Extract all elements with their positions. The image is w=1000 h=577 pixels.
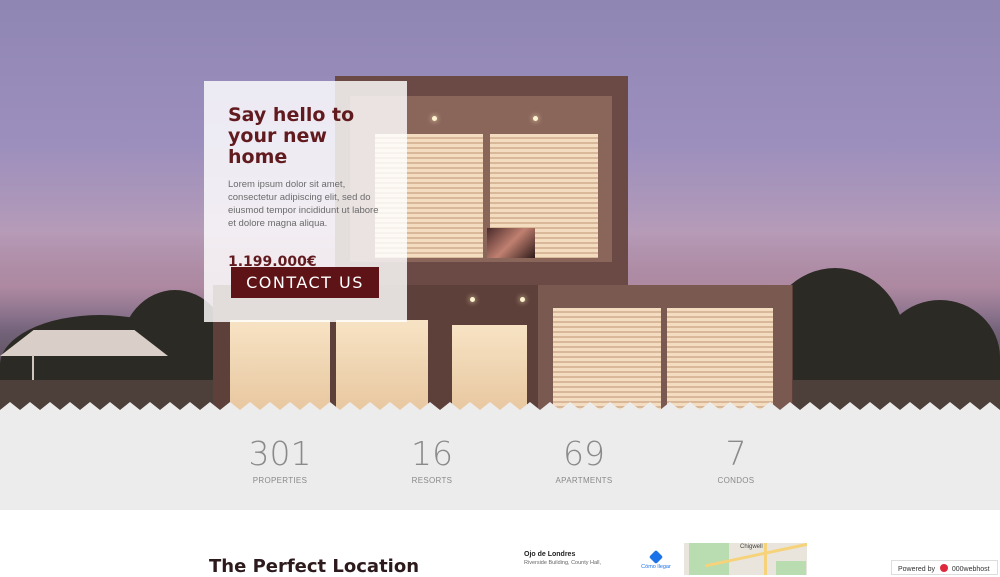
hero-description: Lorem ipsum dolor sit amet, consectetur … xyxy=(228,179,379,229)
house-lower-room-center xyxy=(336,320,428,412)
stat-properties: 301 PROPERTIES xyxy=(220,434,340,486)
house-lower-window-right-1 xyxy=(553,308,661,412)
hero-banner: Say hello to your new home Lorem ipsum d… xyxy=(0,0,1000,420)
stat-label: APARTMENTS xyxy=(555,476,613,485)
map-directions-label: Cómo llegar xyxy=(641,564,671,570)
stat-apartments: 69 APARTMENTS xyxy=(524,434,644,486)
house-lower-room-left xyxy=(230,320,330,412)
house-painting xyxy=(487,228,535,258)
ceiling-light xyxy=(432,116,437,121)
stat-condos: 7 CONDOS xyxy=(676,434,796,486)
stat-number: 301 xyxy=(248,434,312,473)
hero-card: Say hello to your new home Lorem ipsum d… xyxy=(204,81,407,322)
stat-label: RESORTS xyxy=(411,476,453,485)
webhost-logo-icon xyxy=(939,564,948,572)
map-park xyxy=(776,561,806,575)
map-park xyxy=(689,543,729,575)
map-directions-link[interactable]: Cómo llegar xyxy=(636,549,676,570)
contact-us-button[interactable]: CONTACT US xyxy=(231,267,379,298)
powered-by-prefix: Powered by xyxy=(898,566,935,573)
powered-by-brand: 000webhost xyxy=(951,566,990,573)
house-lower-window-right-2 xyxy=(667,308,773,412)
map-info-card: Ojo de Londres Riverside Building, Count… xyxy=(514,543,684,575)
location-map[interactable]: Chigwell Ojo de Londres Riverside Buildi… xyxy=(514,543,807,575)
map-town-label: Chigwell xyxy=(740,544,763,550)
hero-title: Say hello to your new home xyxy=(228,104,355,168)
map-road xyxy=(764,543,767,575)
ceiling-light xyxy=(533,116,538,121)
stat-number: 69 xyxy=(563,434,605,473)
stat-number: 16 xyxy=(411,434,453,473)
location-title: The Perfect Location xyxy=(209,556,420,577)
ceiling-light xyxy=(470,297,475,302)
stat-resorts: 16 RESORTS xyxy=(372,434,492,486)
directions-icon xyxy=(648,549,664,565)
stat-label: PROPERTIES xyxy=(252,476,308,485)
jagged-divider xyxy=(0,402,1000,420)
powered-by-badge[interactable]: Powered by 000webhost xyxy=(891,560,998,575)
stat-label: CONDOS xyxy=(717,476,755,485)
ceiling-light xyxy=(520,297,525,302)
stat-number: 7 xyxy=(725,434,747,473)
house-entrance xyxy=(452,325,527,412)
stats-bar: 301 PROPERTIES 16 RESORTS 69 APARTMENTS … xyxy=(0,420,1000,510)
